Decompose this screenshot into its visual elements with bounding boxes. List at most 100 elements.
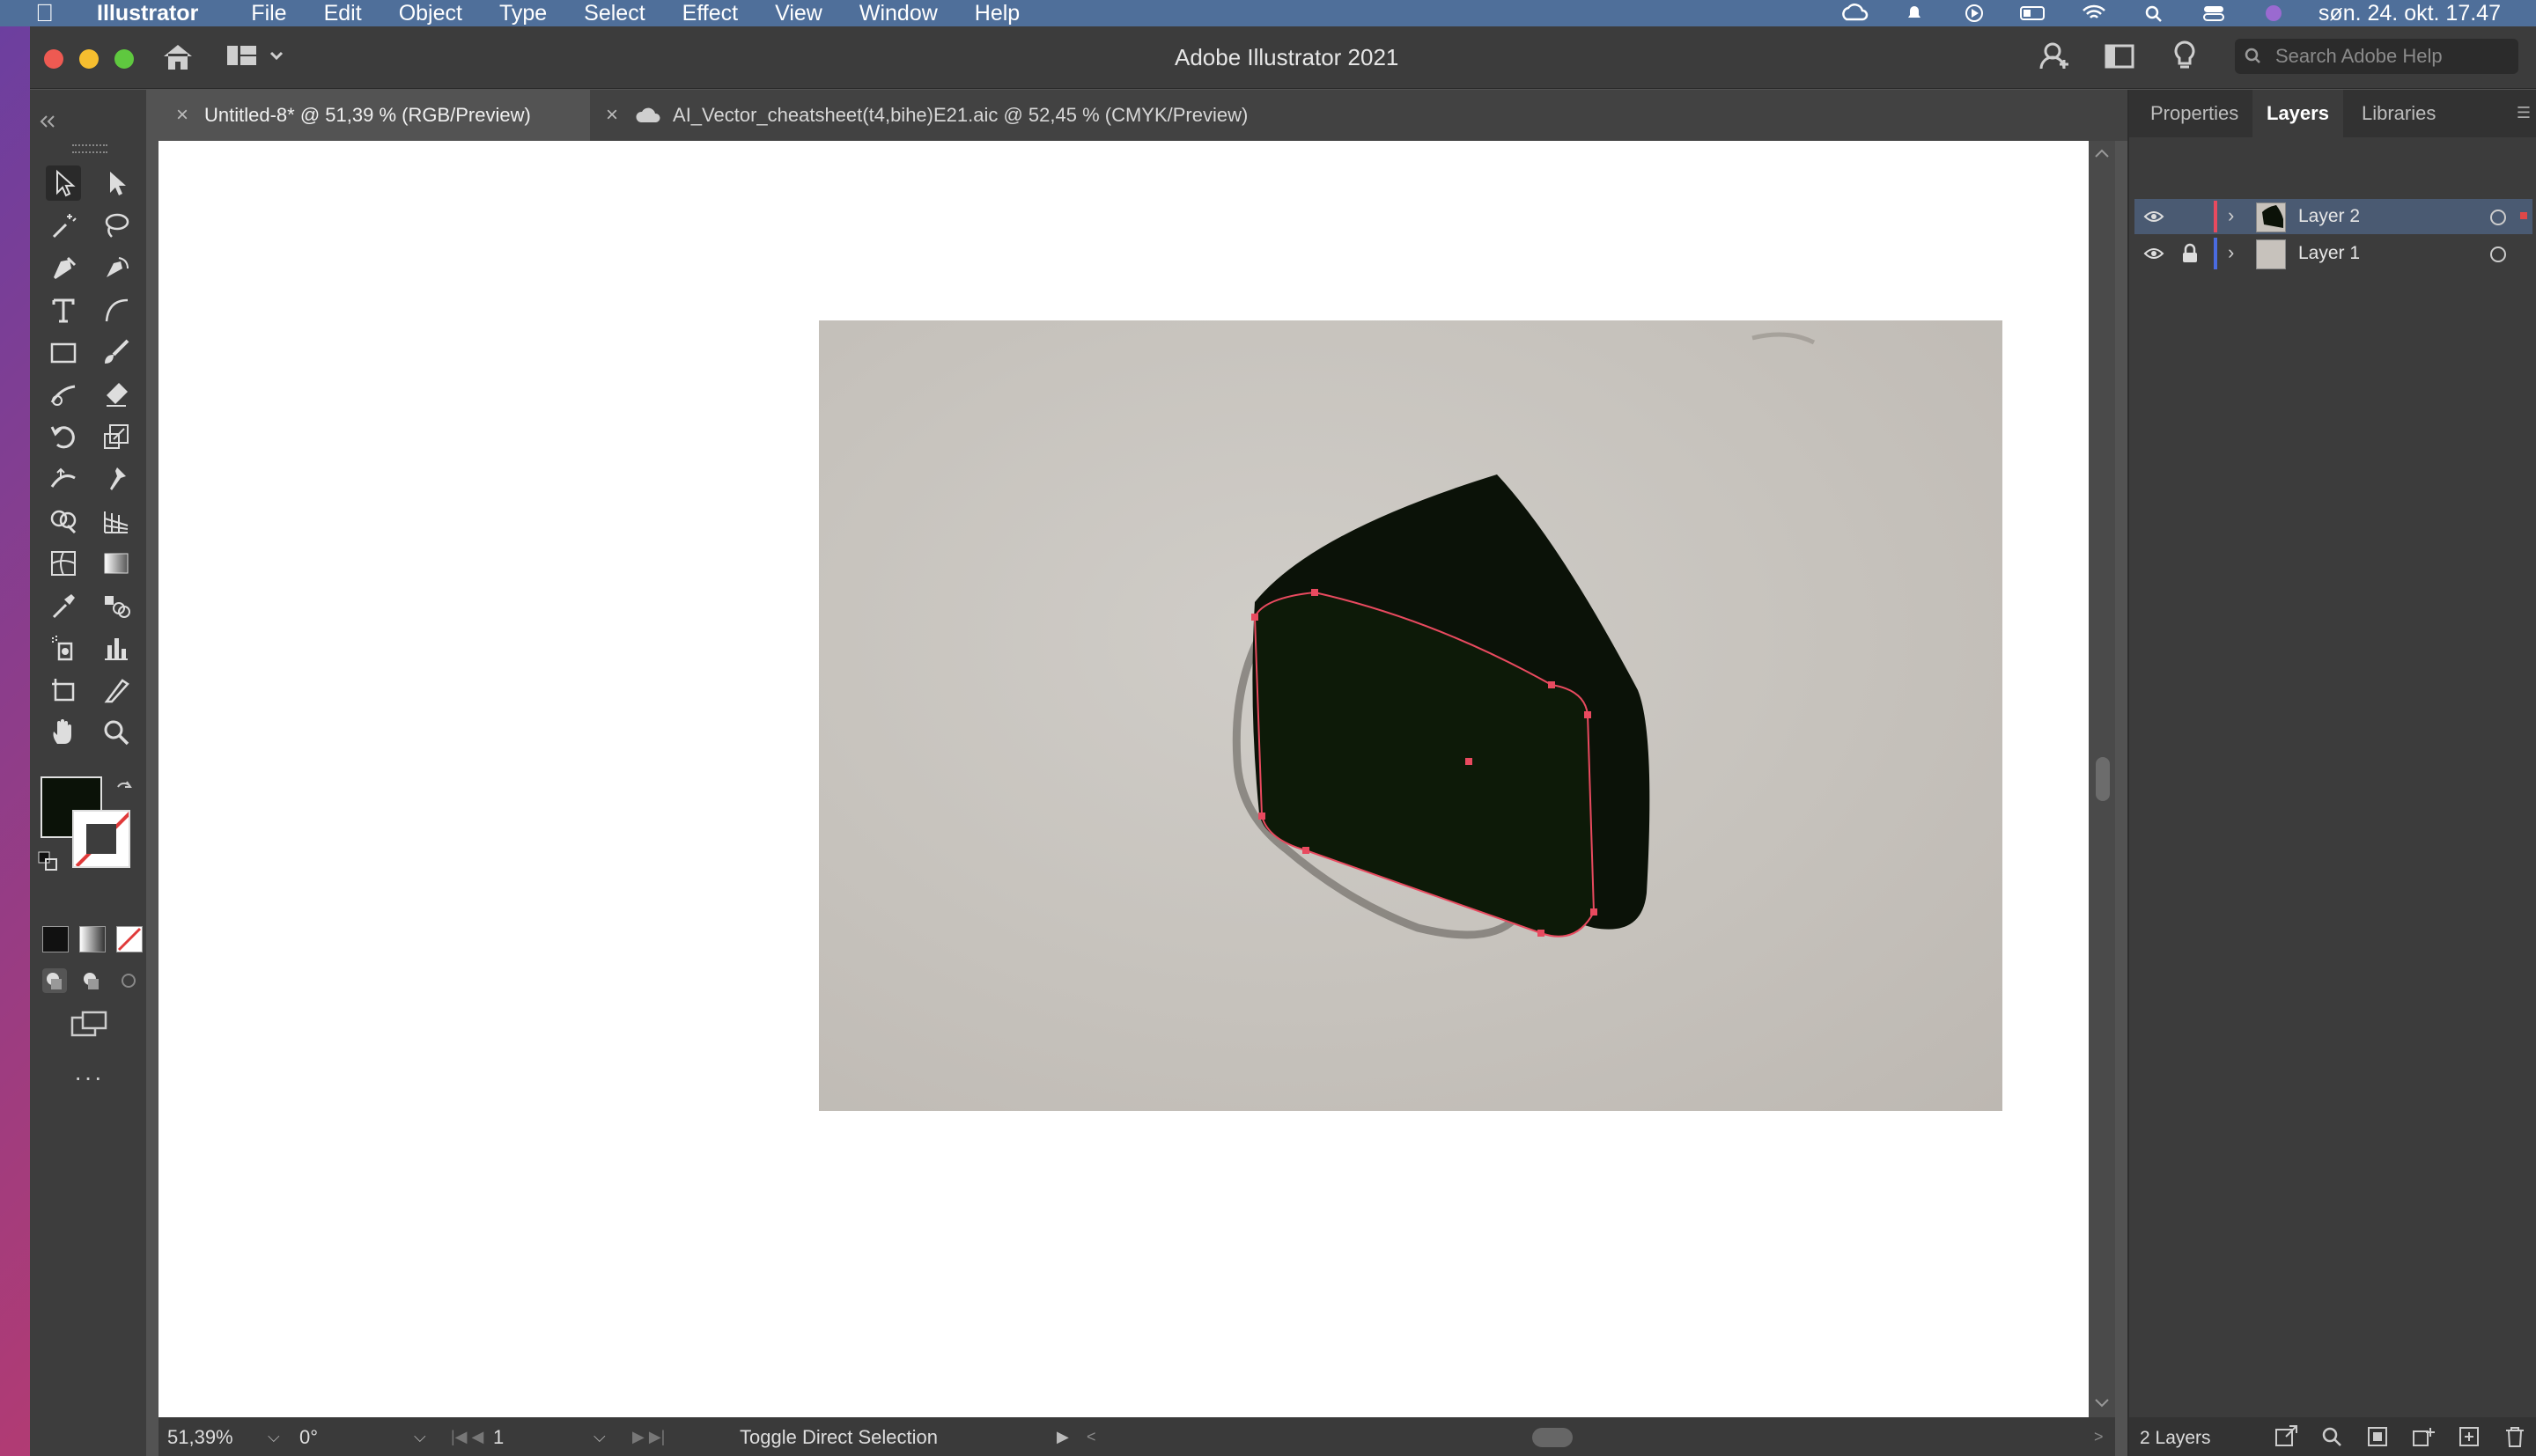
- shaper-tool-icon[interactable]: [46, 377, 81, 412]
- scale-tool-icon[interactable]: [99, 419, 134, 454]
- target-circle-icon[interactable]: [2490, 210, 2506, 225]
- lightbulb-icon[interactable]: [2168, 39, 2201, 72]
- stroke-color-swatch[interactable]: [72, 810, 130, 868]
- panel-grip[interactable]: [72, 144, 107, 153]
- tab-untitled-8[interactable]: × Untitled-8* @ 51,39 % (RGB/Preview): [162, 90, 590, 141]
- rotation-angle[interactable]: 0°: [299, 1426, 318, 1449]
- blend-tool-icon[interactable]: [99, 588, 134, 623]
- tab-layers[interactable]: Layers: [2252, 90, 2343, 137]
- width-tool-icon[interactable]: [46, 461, 81, 496]
- creative-cloud-icon[interactable]: [1839, 4, 1869, 23]
- draw-normal-icon[interactable]: [41, 967, 69, 995]
- lock-icon[interactable]: [2180, 243, 2200, 264]
- scroll-down-icon[interactable]: [2094, 1398, 2110, 1408]
- menu-effect[interactable]: Effect: [682, 1, 738, 26]
- notification-icon[interactable]: [1899, 4, 1929, 23]
- tab-ai-vector-cheatsheet[interactable]: × AI_Vector_cheatsheet(t4,bihe)E21.aic @…: [592, 90, 1261, 141]
- artboard-number[interactable]: 1: [493, 1426, 504, 1449]
- eraser-tool-icon[interactable]: [99, 377, 134, 412]
- scroll-left-icon[interactable]: <: [1087, 1428, 1096, 1446]
- perspective-grid-tool-icon[interactable]: [99, 504, 134, 539]
- wifi-icon[interactable]: [2079, 4, 2109, 23]
- clock[interactable]: søn. 24. okt. 17.47: [2319, 1, 2501, 26]
- layer-row-layer-1[interactable]: › Layer 1: [2134, 236, 2532, 271]
- rectangle-tool-icon[interactable]: [46, 335, 81, 370]
- arc-tool-icon[interactable]: [99, 292, 134, 327]
- close-tab-icon[interactable]: ×: [606, 103, 618, 128]
- share-user-icon[interactable]: [2038, 39, 2071, 72]
- scroll-up-icon[interactable]: [2094, 148, 2110, 158]
- panel-menu-icon[interactable]: ☰: [2517, 104, 2531, 122]
- arrange-documents-icon[interactable]: [2103, 39, 2136, 72]
- zoom-level[interactable]: 51,39%: [167, 1426, 233, 1449]
- apple-menu-icon[interactable]: : [35, 0, 62, 26]
- artwork[interactable]: [819, 320, 2002, 1111]
- vertical-scroll-thumb[interactable]: [2096, 757, 2110, 801]
- pen-tool-icon[interactable]: [46, 250, 81, 285]
- menu-object[interactable]: Object: [399, 1, 462, 26]
- draw-inside-icon[interactable]: [114, 967, 143, 995]
- tab-libraries[interactable]: Libraries: [2348, 90, 2450, 137]
- new-layer-icon[interactable]: [2457, 1424, 2483, 1449]
- menu-file[interactable]: File: [251, 1, 286, 26]
- artboard-tool-icon[interactable]: [46, 673, 81, 708]
- collapse-panel-icon[interactable]: [39, 114, 56, 129]
- expand-chevron-icon[interactable]: ›: [2228, 204, 2234, 227]
- zoom-tool-icon[interactable]: [99, 715, 134, 750]
- visibility-eye-icon[interactable]: [2143, 243, 2164, 264]
- placed-photo[interactable]: [819, 320, 2002, 1111]
- direct-selection-tool-icon[interactable]: [99, 165, 134, 201]
- expand-chevron-icon[interactable]: ›: [2228, 241, 2234, 264]
- rotate-tool-icon[interactable]: [46, 419, 81, 454]
- status-menu-icon[interactable]: ▶: [1057, 1428, 1069, 1446]
- menu-type[interactable]: Type: [499, 1, 547, 26]
- column-graph-tool-icon[interactable]: [99, 630, 134, 665]
- menu-window[interactable]: Window: [859, 1, 938, 26]
- battery-icon[interactable]: [2019, 4, 2049, 23]
- help-search-input[interactable]: Search Adobe Help: [2235, 39, 2518, 74]
- lasso-tool-icon[interactable]: [99, 208, 134, 243]
- type-tool-icon[interactable]: [46, 292, 81, 327]
- none-mode-icon[interactable]: [116, 926, 143, 952]
- artboard-dropdown-icon[interactable]: ⌵: [593, 1428, 606, 1446]
- status-mode[interactable]: Toggle Direct Selection: [740, 1426, 938, 1449]
- close-tab-icon[interactable]: ×: [176, 103, 188, 128]
- window-close-button[interactable]: [44, 49, 63, 69]
- last-artboard-icon[interactable]: ▶ ▶|: [632, 1428, 665, 1446]
- control-center-icon[interactable]: [2199, 4, 2229, 23]
- workspace-switcher-icon[interactable]: [225, 42, 291, 72]
- default-fill-stroke-icon[interactable]: [37, 850, 58, 871]
- menu-help[interactable]: Help: [975, 1, 1020, 26]
- mesh-tool-icon[interactable]: [46, 546, 81, 581]
- play-icon[interactable]: [1959, 4, 1989, 23]
- window-zoom-button[interactable]: [114, 49, 134, 69]
- artboard-canvas[interactable]: [158, 141, 2089, 1417]
- menu-select[interactable]: Select: [584, 1, 645, 26]
- edit-toolbar-icon[interactable]: ···: [74, 1063, 104, 1092]
- horizontal-scroll-thumb[interactable]: [1532, 1428, 1573, 1447]
- locate-object-icon[interactable]: [2319, 1424, 2346, 1449]
- swap-fill-stroke-icon[interactable]: [113, 778, 136, 801]
- draw-behind-icon[interactable]: [77, 967, 106, 995]
- shape-builder-tool-icon[interactable]: [46, 504, 81, 539]
- slice-tool-icon[interactable]: [99, 673, 134, 708]
- tab-properties[interactable]: Properties: [2136, 90, 2252, 137]
- gradient-tool-icon[interactable]: [99, 546, 134, 581]
- hand-tool-icon[interactable]: [46, 715, 81, 750]
- scroll-right-icon[interactable]: >: [2094, 1428, 2104, 1446]
- eyedropper-tool-icon[interactable]: [46, 588, 81, 623]
- rotation-dropdown-icon[interactable]: ⌵: [414, 1428, 426, 1446]
- magic-wand-tool-icon[interactable]: [46, 208, 81, 243]
- visibility-eye-icon[interactable]: [2143, 206, 2164, 227]
- menu-view[interactable]: View: [775, 1, 822, 26]
- window-minimize-button[interactable]: [79, 49, 99, 69]
- menu-edit[interactable]: Edit: [324, 1, 362, 26]
- paintbrush-tool-icon[interactable]: [99, 335, 134, 370]
- change-screen-mode-icon[interactable]: [69, 1009, 109, 1039]
- gradient-mode-icon[interactable]: [79, 926, 106, 952]
- export-icon[interactable]: [2274, 1424, 2300, 1449]
- layer-name[interactable]: Layer 1: [2298, 243, 2360, 264]
- layer-row-layer-2[interactable]: › Layer 2: [2134, 199, 2532, 234]
- layer-name[interactable]: Layer 2: [2298, 206, 2360, 227]
- zoom-dropdown-icon[interactable]: ⌵: [268, 1428, 280, 1446]
